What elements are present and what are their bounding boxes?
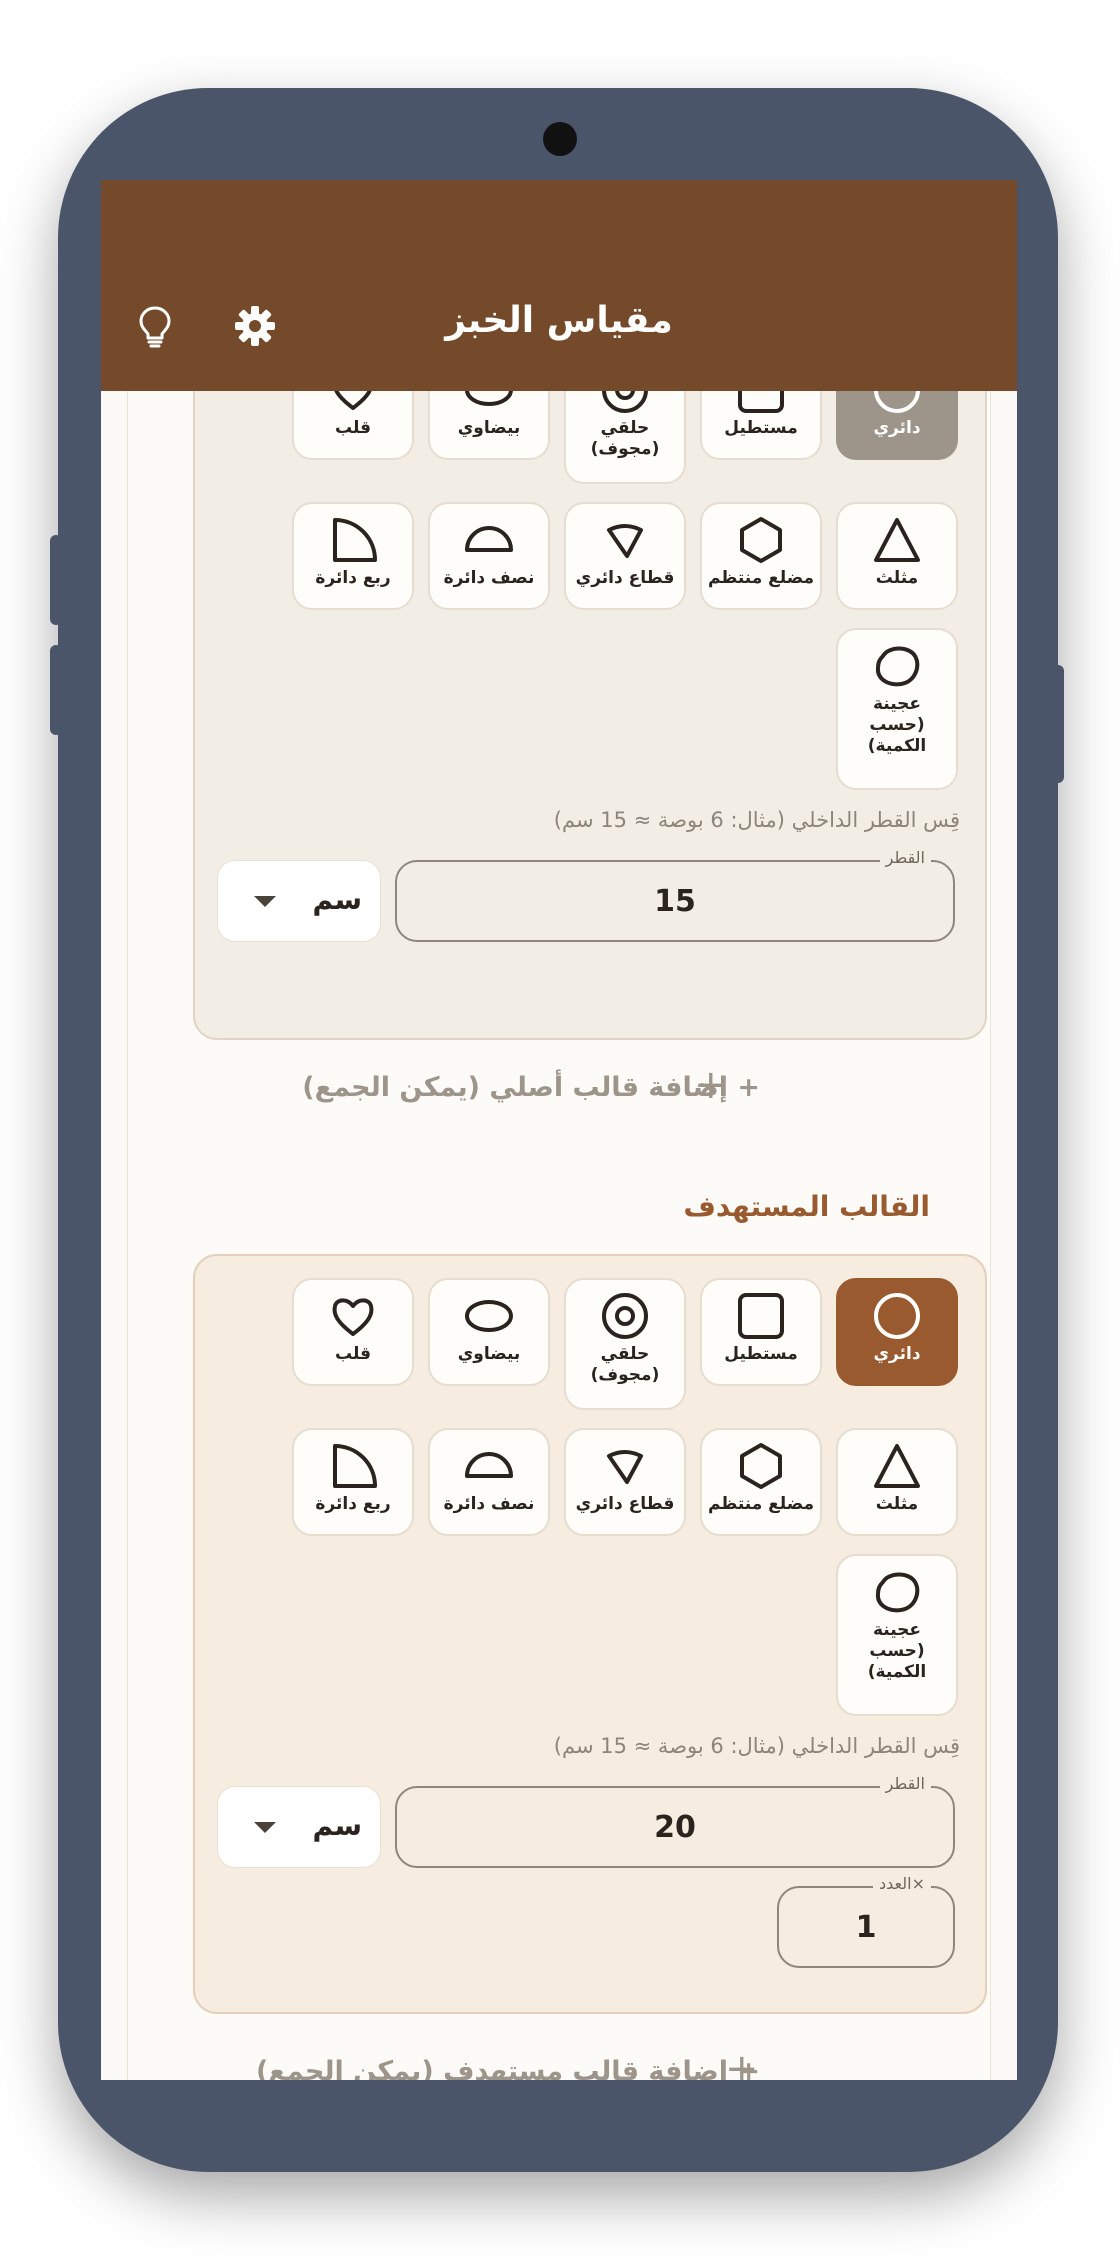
lightbulb-icon[interactable] xyxy=(133,304,177,348)
triangle-icon xyxy=(874,518,920,562)
circle-icon xyxy=(874,1293,920,1339)
chevron-down-icon xyxy=(254,1822,276,1833)
original-pan-card: دائري مستطيل حلقي (مجوف) بيضاوي قلب مثلث… xyxy=(193,340,987,1040)
shape-label: مثلث xyxy=(875,1494,919,1514)
shape-label: مستطيل xyxy=(724,418,798,438)
measure-hint: قِس القطر الداخلي (مثال: 6 بوصة ≈ 15 سم) xyxy=(553,808,960,832)
shape-tile-semicircle[interactable]: نصف دائرة xyxy=(428,502,550,610)
shape-tile-polygon[interactable]: مضلع منتظم xyxy=(700,502,822,610)
shape-label: دائري xyxy=(873,1344,921,1364)
quarter-circle-icon xyxy=(333,518,377,562)
hexagon-icon xyxy=(740,1443,782,1489)
shape-label: عجينة (حسب الكمية) xyxy=(867,1620,927,1682)
content-column: دائري مستطيل حلقي (مجوف) بيضاوي قلب مثلث… xyxy=(127,180,991,2080)
shape-label: مثلث xyxy=(875,568,919,588)
shape-label: حلقي (مجوف) xyxy=(590,418,660,459)
shape-tile-dough[interactable]: عجينة (حسب الكمية) xyxy=(836,1554,958,1716)
shape-label: بيضاوي xyxy=(457,418,521,438)
add-original-pan-button[interactable]: + إضافة قالب أصلي (يمكن الجمع) xyxy=(302,1072,760,1103)
shape-tile-rectangle[interactable]: مستطيل xyxy=(700,1278,822,1386)
plus-icon: + xyxy=(725,2046,759,2080)
diameter-label: القطر xyxy=(879,1774,931,1793)
sector-icon xyxy=(607,524,643,558)
diameter-input[interactable]: القطر 20 xyxy=(395,1774,955,1868)
camera-hole xyxy=(543,122,577,156)
volume-up-button xyxy=(50,535,62,625)
shape-label: نصف دائرة xyxy=(443,1494,535,1514)
shape-label: مضلع منتظم xyxy=(707,1494,815,1514)
sector-icon xyxy=(607,1450,643,1484)
unit-value: سم xyxy=(312,883,363,916)
shape-tile-oval[interactable]: بيضاوي xyxy=(428,1278,550,1386)
shape-tile-heart[interactable]: قلب xyxy=(292,1278,414,1386)
shape-tile-triangle[interactable]: مثلث xyxy=(836,1428,958,1536)
count-input[interactable]: ×العدد 1 xyxy=(777,1874,955,1968)
shape-label: دائري xyxy=(873,418,921,438)
shape-tile-sector[interactable]: قطاع دائري xyxy=(564,1428,686,1536)
chevron-down-icon xyxy=(254,896,276,907)
count-label: ×العدد xyxy=(873,1874,931,1893)
ring-icon xyxy=(602,1293,648,1339)
shape-label: ربع دائرة xyxy=(315,568,391,588)
target-section-title: القالب المستهدف xyxy=(683,1190,930,1223)
unit-dropdown[interactable]: سم xyxy=(217,1786,381,1868)
shape-tile-triangle[interactable]: مثلث xyxy=(836,502,958,610)
unit-value: سم xyxy=(312,1809,363,1842)
shape-label: مضلع منتظم xyxy=(707,568,815,588)
semicircle-icon xyxy=(465,1452,513,1478)
settings-gear-icon[interactable] xyxy=(233,304,277,348)
shape-tile-semicircle[interactable]: نصف دائرة xyxy=(428,1428,550,1536)
shape-tile-sector[interactable]: قطاع دائري xyxy=(564,502,686,610)
shape-label: نصف دائرة xyxy=(443,568,535,588)
shape-label: حلقي (مجوف) xyxy=(590,1344,660,1385)
shape-tile-quarter-circle[interactable]: ربع دائرة xyxy=(292,1428,414,1536)
plus-icon: + xyxy=(694,1062,728,1108)
dough-icon xyxy=(875,646,920,687)
shape-tile-polygon[interactable]: مضلع منتظم xyxy=(700,1428,822,1536)
shape-label: مستطيل xyxy=(724,1344,798,1364)
target-pan-card: دائري مستطيل حلقي (مجوف) بيضاوي قلب مثلث xyxy=(193,1254,987,2014)
shape-label: قطاع دائري xyxy=(575,1494,675,1514)
ellipse-icon xyxy=(465,1300,513,1332)
shape-label: قلب xyxy=(334,418,372,438)
hexagon-icon xyxy=(740,517,782,563)
app-screen: دائري مستطيل حلقي (مجوف) بيضاوي قلب مثلث… xyxy=(101,180,1017,2080)
quarter-circle-icon xyxy=(333,1444,377,1488)
shape-tile-round[interactable]: دائري xyxy=(836,1278,958,1386)
shape-tile-quarter-circle[interactable]: ربع دائرة xyxy=(292,502,414,610)
volume-down-button xyxy=(50,645,62,735)
semicircle-icon xyxy=(465,526,513,552)
square-icon xyxy=(738,1293,784,1339)
diameter-input[interactable]: القطر 15 xyxy=(395,848,955,942)
power-button xyxy=(1052,665,1064,783)
shape-label: قطاع دائري xyxy=(575,568,675,588)
shape-label: قلب xyxy=(334,1344,372,1364)
app-bar: مقياس الخبز xyxy=(101,180,1017,391)
add-target-pan-button[interactable]: + إضافة قالب مستهدف (يمكن الجمع) xyxy=(256,2056,760,2080)
shape-label: بيضاوي xyxy=(457,1344,521,1364)
diameter-value: 20 xyxy=(654,1810,696,1845)
shape-tile-dough[interactable]: عجينة (حسب الكمية) xyxy=(836,628,958,790)
diameter-value: 15 xyxy=(654,884,696,919)
unit-dropdown[interactable]: سم xyxy=(217,860,381,942)
diameter-label: القطر xyxy=(879,848,931,867)
shape-label: عجينة (حسب الكمية) xyxy=(867,694,927,756)
shape-label: ربع دائرة xyxy=(315,1494,391,1514)
measure-hint: قِس القطر الداخلي (مثال: 6 بوصة ≈ 15 سم) xyxy=(553,1734,960,1758)
heart-icon xyxy=(332,1298,374,1336)
triangle-icon xyxy=(874,1444,920,1488)
shape-tile-ring[interactable]: حلقي (مجوف) xyxy=(564,1278,686,1410)
dough-icon xyxy=(875,1572,920,1613)
count-value: 1 xyxy=(855,1910,877,1945)
